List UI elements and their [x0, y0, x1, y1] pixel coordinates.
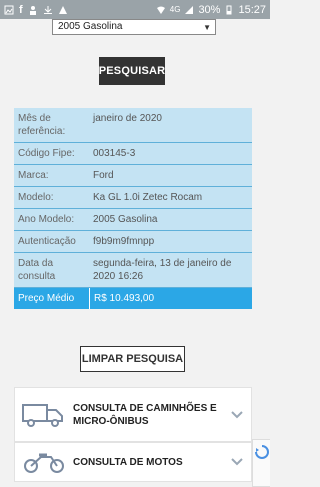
image-icon: [4, 5, 14, 14]
download-icon: [43, 5, 52, 14]
results-table: Mês de referência: janeiro de 2020 Códig…: [14, 108, 252, 309]
year-select[interactable]: 2005 Gasolina ▼: [52, 19, 216, 35]
result-value: 2005 Gasolina: [93, 214, 158, 225]
accordion-motos[interactable]: CONSULTA DE MOTOS: [14, 442, 252, 482]
battery-level: 30%: [198, 3, 221, 16]
result-value: 003145-3: [93, 148, 136, 159]
result-row-date: Data da consulta segunda-feira, 13 de ja…: [14, 253, 252, 288]
result-value: Ford: [93, 170, 114, 181]
motorcycle-icon: [15, 449, 73, 475]
result-label: Autenticação: [18, 236, 76, 247]
result-row-model: Modelo: Ka GL 1.0i Zetec Rocam: [14, 187, 252, 209]
result-row-month: Mês de referência: janeiro de 2020: [14, 108, 252, 143]
network-type: 4G: [169, 5, 181, 14]
result-value: f9b9m9fmnpp: [93, 236, 155, 247]
result-row-auth: Autenticação f9b9m9fmnpp: [14, 231, 252, 253]
wifi-icon: [156, 6, 165, 14]
chevron-down-icon: [223, 457, 251, 467]
price-value: R$ 10.493,00: [89, 288, 252, 309]
result-value: Ka GL 1.0i Zetec Rocam: [93, 192, 203, 203]
price-label: Preço Médio: [18, 293, 75, 304]
result-label: Ano Modelo:: [18, 214, 75, 225]
chevron-down-icon: [223, 410, 251, 420]
result-label: Mês de referência:: [18, 113, 66, 137]
result-label: Data da consulta: [18, 258, 56, 282]
accordion-trucks[interactable]: CONSULTA DE CAMINHÕES E MICRO-ÔNIBUS: [14, 387, 252, 442]
result-row-price: Preço Médio R$ 10.493,00: [14, 288, 252, 309]
truck-icon: [15, 401, 73, 429]
result-value: segunda-feira, 13 de janeiro de 2020 16:…: [93, 258, 232, 282]
clear-search-button[interactable]: LIMPAR PESQUISA: [80, 346, 185, 372]
facebook-icon: f: [19, 3, 23, 16]
user-icon: [29, 5, 36, 15]
result-row-code: Código Fipe: 003145-3: [14, 143, 252, 165]
result-value: janeiro de 2020: [93, 113, 162, 124]
chevron-down-icon: ▼: [203, 23, 211, 32]
result-label: Marca:: [18, 170, 49, 181]
accordion-trucks-label: CONSULTA DE CAMINHÕES E MICRO-ÔNIBUS: [73, 402, 217, 427]
result-row-year: Ano Modelo: 2005 Gasolina: [14, 209, 252, 231]
signal-icon: [185, 5, 194, 14]
status-bar: f 4G 30% 15:27: [0, 0, 270, 19]
search-button[interactable]: PESQUISAR: [99, 57, 165, 85]
result-row-brand: Marca: Ford: [14, 165, 252, 187]
recaptcha-icon: [255, 445, 269, 459]
page-content: 2005 Gasolina ▼ PESQUISAR Mês de referên…: [0, 19, 270, 487]
accordion-motos-label: CONSULTA DE MOTOS: [73, 456, 183, 468]
result-label: Modelo:: [18, 192, 54, 203]
clock: 15:27: [238, 3, 266, 16]
result-label: Código Fipe:: [18, 148, 75, 159]
battery-icon: [226, 5, 232, 14]
warning-icon: [58, 5, 67, 14]
year-select-value: 2005 Gasolina: [58, 21, 123, 32]
